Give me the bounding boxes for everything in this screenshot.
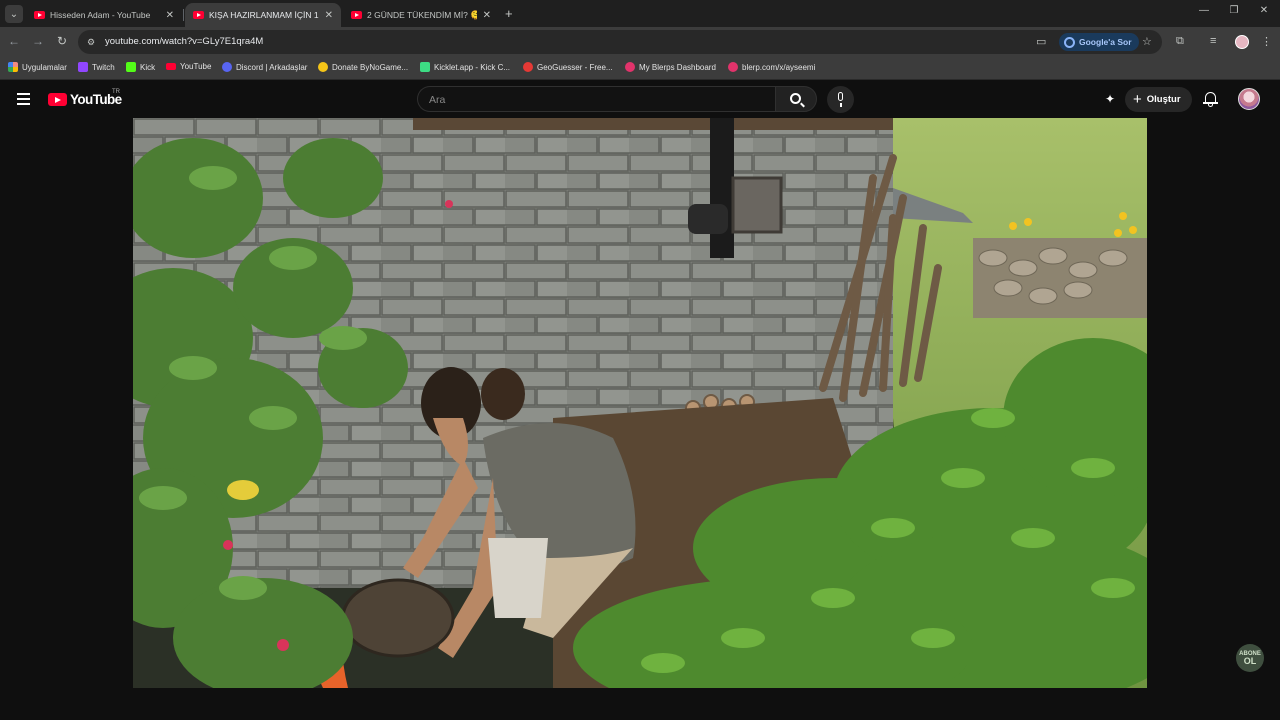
back-arrow-icon[interactable]: ← (6, 34, 22, 48)
window-close-icon[interactable]: ✕ (1256, 5, 1272, 16)
video-frame (133, 118, 1147, 688)
tab-search-chevron-icon[interactable]: ⌄ (5, 5, 23, 23)
youtube-play-logo-icon (48, 93, 67, 106)
google-ask-button[interactable]: Google'a Sor (1059, 33, 1139, 51)
bookmark-label: Twitch (92, 62, 115, 72)
kick-icon (126, 62, 136, 72)
bookmark-kick[interactable]: Kick (126, 62, 155, 72)
bookmark-my-blerps[interactable]: My Blerps Dashboard (625, 62, 716, 72)
hamburger-menu-icon[interactable] (17, 93, 30, 105)
restore-icon[interactable]: ❐ (1226, 5, 1242, 16)
twitch-icon (78, 62, 88, 72)
close-icon[interactable]: ✕ (483, 10, 491, 21)
search-placeholder: Ara (429, 94, 446, 106)
bookmark-label: Discord | Arkadaşlar (236, 62, 308, 72)
youtube-favicon-icon (351, 11, 362, 19)
bookmark-label: GeoGuesser - Free... (537, 62, 613, 72)
address-bar[interactable]: ⚙ youtube.com/watch?v=GLy7E1qra4M ▭ Goog… (78, 30, 1162, 54)
bookmarks-bar: Uygulamalar Twitch Kick YouTube Discord … (0, 57, 1280, 80)
bookmark-label: blerp.com/x/ayseemi (742, 62, 816, 72)
country-code: TR (112, 89, 120, 95)
new-tab-plus-icon[interactable]: + (505, 6, 513, 21)
notifications-bell-icon[interactable] (1203, 91, 1218, 107)
bookmark-blerp-ayseemi[interactable]: blerp.com/x/ayseemi (728, 62, 815, 72)
video-player[interactable] (133, 118, 1147, 688)
url-text[interactable]: youtube.com/watch?v=GLy7E1qra4M (105, 36, 263, 47)
bookmark-uygulamalar[interactable]: Uygulamalar (8, 62, 67, 72)
cast-icon[interactable]: ▭ (1036, 35, 1046, 48)
more-menu-icon[interactable]: ⋮ (1261, 35, 1272, 48)
wooden-lid (341, 578, 455, 658)
tab-2-gunde-tukendim[interactable]: 2 GÜNDE TÜKENDİM Mİ? 🫠 | A ✕ (343, 3, 499, 27)
google-ask-label: Google'a Sor (1079, 37, 1132, 47)
watermark-line2: OL (1243, 655, 1257, 666)
blerp-icon (625, 62, 635, 72)
create-label: Oluştur (1146, 94, 1181, 105)
bookmark-youtube[interactable]: YouTube (166, 62, 211, 71)
tab-strip: ⌄ Hisseden Adam - YouTube ✕ KIŞA HAZIRLA… (0, 0, 1280, 27)
bookmark-label: Kicklet.app - Kick C... (434, 62, 511, 72)
plus-icon: + (1133, 91, 1142, 108)
browser-toolbar: ← → ↻ ⚙ youtube.com/watch?v=GLy7E1qra4M … (0, 27, 1280, 57)
close-icon[interactable]: ✕ (166, 10, 174, 21)
bookmark-label: YouTube (180, 62, 212, 71)
bookmark-label: Kick (140, 62, 156, 72)
bucket (488, 538, 548, 618)
stove-pipe (710, 118, 734, 258)
youtube-icon (166, 63, 176, 70)
bookmark-star-icon[interactable]: ☆ (1142, 35, 1152, 48)
youtube-masthead: YouTube TR Ara ✦ + Oluştur (0, 80, 1280, 118)
forward-arrow-icon[interactable]: → (30, 34, 46, 48)
voice-search-button[interactable] (827, 86, 854, 113)
discord-icon (222, 62, 232, 72)
bookmark-twitch[interactable]: Twitch (78, 62, 115, 72)
geoguessr-icon (523, 62, 533, 72)
create-button[interactable]: + Oluştur (1125, 87, 1192, 112)
bookmark-label: My Blerps Dashboard (639, 62, 716, 72)
youtube-logo[interactable]: YouTube (48, 92, 122, 107)
ai-sparkle-icon[interactable]: ✦ (1103, 92, 1117, 106)
bookmark-discord[interactable]: Discord | Arkadaşlar (222, 62, 307, 72)
media-queue-icon[interactable]: ≡ (1210, 35, 1216, 47)
tab-title: KIŞA HAZIRLANMAM İÇİN 1 HA (209, 10, 319, 20)
search-input[interactable]: Ara (417, 86, 775, 112)
kicklet-icon (420, 62, 430, 72)
bookmark-kicklet[interactable]: Kicklet.app - Kick C... (420, 62, 510, 72)
blerp-icon (728, 62, 738, 72)
microphone-icon (838, 92, 843, 101)
bookmark-label: Donate ByNoGame... (332, 62, 409, 72)
bookmark-bynogame[interactable]: Donate ByNoGame... (318, 62, 408, 72)
tab-title: Hisseden Adam - YouTube (50, 10, 151, 20)
tab-hisseden-adam[interactable]: Hisseden Adam - YouTube ✕ (26, 3, 182, 27)
close-icon[interactable]: ✕ (325, 10, 333, 21)
browser-profile-avatar[interactable] (1235, 35, 1249, 49)
site-info-icon[interactable]: ⚙ (85, 36, 97, 48)
youtube-favicon-icon (193, 11, 204, 19)
minimize-icon[interactable]: — (1196, 5, 1212, 16)
bookmark-label: Uygulamalar (22, 62, 67, 72)
bookmark-geoguesser[interactable]: GeoGuesser - Free... (523, 62, 613, 72)
reload-icon[interactable]: ↻ (54, 34, 70, 48)
subscribe-watermark[interactable]: ABONE OL (1236, 644, 1264, 672)
tab-separator (183, 9, 184, 21)
youtube-favicon-icon (34, 11, 45, 19)
google-lens-icon (1064, 36, 1075, 48)
search-button[interactable] (775, 86, 817, 112)
extensions-puzzle-icon[interactable]: ⧉ (1176, 35, 1184, 48)
search-icon (790, 93, 801, 104)
tab-title: 2 GÜNDE TÜKENDİM Mİ? 🫠 | A (367, 9, 477, 20)
bynogame-icon (318, 62, 328, 72)
tab-kisa-hazirlanmam[interactable]: KIŞA HAZIRLANMAM İÇİN 1 HA ✕ (185, 3, 341, 27)
account-avatar[interactable] (1238, 88, 1260, 110)
apps-grid-icon (8, 62, 18, 72)
